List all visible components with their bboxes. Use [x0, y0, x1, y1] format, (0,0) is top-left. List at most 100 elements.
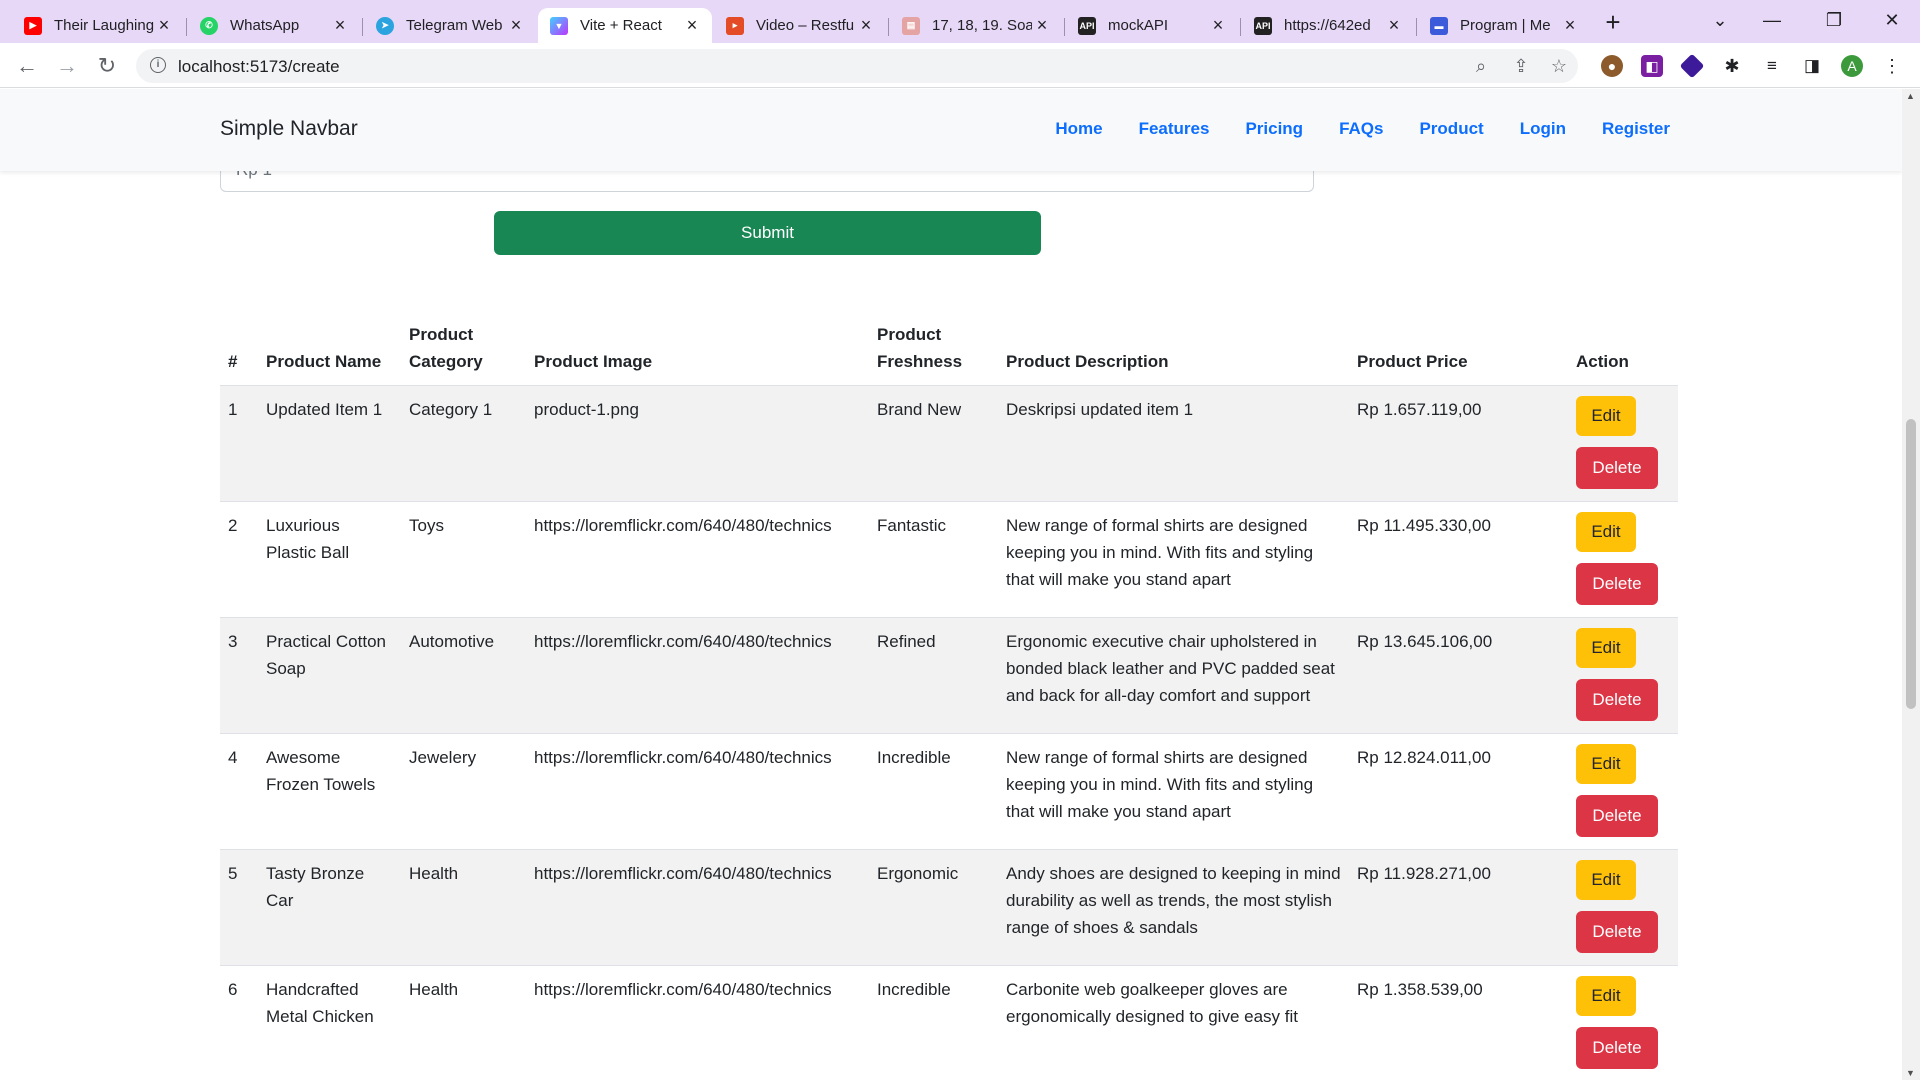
url-text[interactable]: localhost:5173/create [178, 57, 340, 77]
delete-button[interactable]: Delete [1576, 563, 1658, 605]
browser-tab[interactable]: ▤ 17, 18, 19. Soa × [890, 8, 1062, 43]
browser-tab[interactable]: API https://642ed × [1242, 8, 1414, 43]
browser-tab[interactable]: ▶ Their Laughing × [12, 8, 184, 43]
cell-description: New range of formal shirts are designed … [998, 733, 1349, 850]
delete-button[interactable]: Delete [1576, 911, 1658, 953]
cell-actions: Edit Delete [1568, 385, 1678, 502]
column-header: Product Description [998, 313, 1349, 386]
menu-kebab-icon[interactable]: ⋮ [1881, 55, 1903, 77]
cell-description: Deskripsi updated item 1 [998, 385, 1349, 502]
minimize-icon[interactable]: — [1752, 4, 1792, 36]
tab-title: Vite + React [580, 17, 662, 34]
cell-freshness: Incredible [869, 733, 998, 850]
edit-button[interactable]: Edit [1576, 396, 1636, 436]
cell-number: 4 [220, 733, 258, 850]
edit-button[interactable]: Edit [1576, 628, 1636, 668]
table-row: 5 Tasty Bronze Car Health https://loremf… [220, 849, 1678, 966]
nav-link-register[interactable]: Register [1602, 119, 1670, 139]
back-arrow-icon[interactable]: ← [12, 51, 42, 81]
cell-description: Carbonite web goalkeeper gloves are ergo… [998, 965, 1349, 1080]
extension-icon[interactable]: ◧ [1641, 55, 1663, 77]
nav-link-login[interactable]: Login [1520, 119, 1566, 139]
browser-tab[interactable]: ▸ Video – Restfu × [714, 8, 886, 43]
close-icon[interactable]: × [1560, 15, 1580, 36]
close-icon[interactable]: × [154, 15, 174, 36]
cell-freshness: Fantastic [869, 501, 998, 618]
nav-link-faqs[interactable]: FAQs [1339, 119, 1383, 139]
browser-toolbar: ← → ↻ i localhost:5173/create ⌕ ⇪ ☆ [0, 43, 1920, 88]
cell-name: Updated Item 1 [258, 385, 401, 502]
tab-separator [888, 18, 889, 36]
cell-price: Rp 1.358.539,00 [1349, 965, 1568, 1080]
close-icon[interactable]: × [330, 15, 350, 36]
puzzle-icon[interactable]: ✱ [1721, 55, 1743, 77]
close-icon[interactable]: × [506, 15, 526, 36]
delete-button[interactable]: Delete [1576, 1027, 1658, 1069]
nav-link-product[interactable]: Product [1419, 119, 1483, 139]
delete-button[interactable]: Delete [1576, 447, 1658, 489]
scrollbar-thumb[interactable] [1906, 419, 1916, 709]
tab-search-icon[interactable]: ⌄ [1700, 4, 1740, 36]
media-control-icon[interactable]: ≡ [1761, 55, 1783, 77]
cookie-extension-icon[interactable]: ● [1601, 55, 1623, 77]
nav-link-home[interactable]: Home [1055, 119, 1102, 139]
reload-icon[interactable]: ↻ [92, 51, 122, 81]
scroll-down-arrow-icon[interactable]: ▼ [1906, 1068, 1915, 1078]
browser-tab-active[interactable]: ▼ Vite + React × [538, 8, 712, 43]
close-icon[interactable]: × [856, 15, 876, 36]
edit-button[interactable]: Edit [1576, 860, 1636, 900]
side-panel-icon[interactable]: ◨ [1801, 55, 1823, 77]
table-row: 3 Practical Cotton Soap Automotive https… [220, 617, 1678, 734]
cell-category: Automotive [401, 617, 526, 734]
close-icon[interactable]: × [1208, 15, 1228, 36]
whatsapp-icon: ✆ [200, 16, 218, 35]
column-header: Action [1568, 313, 1678, 386]
close-icon[interactable]: × [682, 15, 702, 36]
site-info-icon[interactable]: i [150, 57, 166, 73]
share-icon[interactable]: ⇪ [1510, 55, 1532, 77]
address-bar[interactable]: i localhost:5173/create ⌕ ⇪ ☆ [136, 49, 1578, 83]
table-row: 2 Luxurious Plastic Ball Toys https://lo… [220, 501, 1678, 618]
cell-category: Jewelery [401, 733, 526, 850]
tab-title: 17, 18, 19. Soa [932, 17, 1032, 34]
cell-number: 5 [220, 849, 258, 966]
cell-price: Rp 11.495.330,00 [1349, 501, 1568, 618]
page-scrollbar[interactable]: ▲ ▼ [1902, 89, 1920, 1080]
tab-title: https://642ed [1284, 17, 1371, 34]
edit-button[interactable]: Edit [1576, 976, 1636, 1016]
scroll-up-arrow-icon[interactable]: ▲ [1906, 91, 1915, 101]
table-row: 4 Awesome Frozen Towels Jewelery https:/… [220, 733, 1678, 850]
cell-freshness: Brand New [869, 385, 998, 502]
edit-button[interactable]: Edit [1576, 512, 1636, 552]
delete-button[interactable]: Delete [1576, 795, 1658, 837]
video-icon: ▸ [726, 16, 744, 35]
cell-freshness: Incredible [869, 965, 998, 1080]
column-header: Product Price [1349, 313, 1568, 386]
zoom-icon[interactable]: ⌕ [1470, 55, 1492, 77]
bookmark-star-icon[interactable]: ☆ [1548, 55, 1570, 77]
cell-description: Andy shoes are designed to keeping in mi… [998, 849, 1349, 966]
vite-icon: ▼ [550, 16, 568, 35]
submit-button[interactable]: Submit [494, 211, 1041, 255]
table-row: 1 Updated Item 1 Category 1 product-1.pn… [220, 385, 1678, 502]
profile-avatar[interactable]: A [1841, 55, 1863, 77]
close-icon[interactable]: × [1032, 15, 1052, 36]
tab-title: WhatsApp [230, 17, 300, 34]
restore-icon[interactable]: ❐ [1814, 4, 1854, 36]
browser-tab[interactable]: API mockAPI × [1066, 8, 1238, 43]
cell-price: Rp 1.657.119,00 [1349, 385, 1568, 502]
close-window-icon[interactable]: ✕ [1872, 4, 1912, 36]
tab-separator [1064, 18, 1065, 36]
nav-link-features[interactable]: Features [1139, 119, 1210, 139]
edit-button[interactable]: Edit [1576, 744, 1636, 784]
new-tab-button[interactable]: + [1598, 8, 1628, 38]
tab-separator [1240, 18, 1241, 36]
browser-tab[interactable]: ▬ Program | Me × [1418, 8, 1590, 43]
delete-button[interactable]: Delete [1576, 679, 1658, 721]
browser-tab[interactable]: ✆ WhatsApp × [188, 8, 360, 43]
nav-link-pricing[interactable]: Pricing [1245, 119, 1303, 139]
close-icon[interactable]: × [1384, 15, 1404, 36]
browser-tab[interactable]: ➤ Telegram Web × [364, 8, 536, 43]
forward-arrow-icon[interactable]: → [52, 51, 82, 81]
navbar-brand[interactable]: Simple Navbar [220, 117, 358, 141]
